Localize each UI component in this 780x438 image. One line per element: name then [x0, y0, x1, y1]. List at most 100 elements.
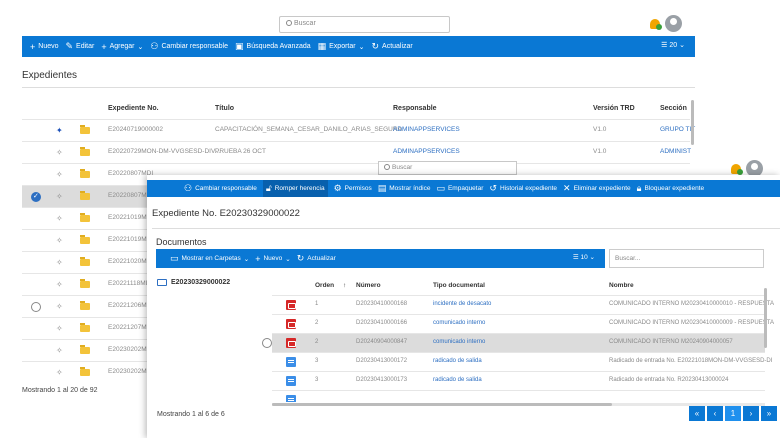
table-row[interactable] [272, 390, 765, 402]
divider [22, 87, 695, 88]
folder-icon [80, 279, 90, 288]
last-page-button[interactable]: » [761, 406, 777, 421]
show-index-button[interactable]: ▤ Mostrar índice [378, 183, 431, 194]
new-button[interactable]: + Nuevo [30, 42, 59, 52]
folder-icon [80, 257, 90, 266]
column-header[interactable]: Nombre [609, 282, 634, 289]
table-row[interactable]: 2 D20230410000166 comunicado interno COM… [272, 314, 774, 333]
sort-icon[interactable]: ↑ [343, 282, 346, 289]
pin-icon[interactable]: ✧ [56, 214, 63, 223]
table-row[interactable]: ✧ E20220729MON-DM-VVGSESD-DIV... PRUEBA … [22, 141, 691, 163]
search-icon [384, 164, 390, 170]
documents-search-input[interactable]: Buscar... [609, 249, 764, 268]
pin-icon[interactable]: ✧ [56, 192, 63, 201]
table-row[interactable]: 3 D20230413000172 radicado de salida Rad… [272, 352, 772, 371]
column-header[interactable]: Orden [315, 282, 334, 289]
folder-icon [80, 323, 90, 332]
page-size-select[interactable]: ☰ 10 ⌄ [573, 253, 595, 261]
plus-icon: + [255, 253, 261, 264]
pin-icon[interactable]: ✧ [56, 302, 63, 311]
refresh-button[interactable]: ↻ Actualizar [297, 253, 336, 264]
column-header[interactable]: Responsable [393, 105, 437, 112]
column-header[interactable]: Sección [660, 105, 687, 112]
column-header[interactable]: Versión TRD [593, 105, 635, 112]
column-header[interactable]: Título [215, 105, 234, 112]
plus-icon: + [101, 41, 107, 52]
column-header[interactable]: Tipo documental [433, 282, 485, 289]
column-header[interactable]: Expediente No. [108, 105, 159, 112]
new-document-button[interactable]: + Nuevo ⌄ [255, 254, 291, 264]
expediente-title: Expediente No. E20230329000022 [152, 208, 300, 219]
close-icon: ✕ [563, 183, 571, 193]
show-folders-button[interactable]: ▭ Mostrar en Carpetas ⌄ [170, 253, 249, 264]
chevron-down-icon: ⌄ [243, 255, 250, 263]
row-select-radio[interactable] [31, 302, 41, 312]
pagination-summary: Mostrando 1 al 20 de 92 [22, 387, 98, 394]
advanced-search-button[interactable]: ▣ Búsqueda Avanzada [235, 41, 311, 52]
table-row[interactable]: 1 D20230410000168 incidente de desacato … [272, 295, 774, 314]
permissions-button[interactable]: ⚙ Permisos [334, 183, 372, 194]
vertical-scrollbar[interactable] [764, 288, 767, 348]
folder-icon [80, 345, 90, 354]
row-select-radio[interactable] [262, 338, 272, 348]
pin-icon[interactable]: ✧ [56, 258, 63, 267]
column-header[interactable]: Número [356, 282, 381, 289]
folder-icon [80, 367, 90, 376]
edit-button[interactable]: ✎ Editar [66, 41, 95, 52]
vertical-scrollbar[interactable] [691, 100, 694, 145]
table-row[interactable]: 3 D20230413000173 radicado de salida Rad… [272, 371, 765, 390]
avatar[interactable] [665, 15, 682, 32]
users-icon: ⚇ [184, 183, 193, 193]
document-file-icon [286, 357, 296, 367]
page-size-select[interactable]: ☰ 20 ⌄ [661, 41, 685, 49]
history-icon: ↺ [489, 183, 497, 193]
pdf-file-icon [286, 319, 296, 329]
folder-icon [80, 301, 90, 310]
folder-tree-root[interactable]: E20230329000022 [157, 279, 230, 286]
search-icon [286, 20, 292, 26]
folder-icon [80, 147, 90, 156]
pin-icon[interactable]: ✧ [56, 324, 63, 333]
search-box-icon: ▣ [235, 41, 244, 51]
plus-icon: + [30, 41, 36, 52]
history-button[interactable]: ↺ Historial expediente [489, 183, 557, 194]
table-row[interactable]: 2 D20240904000847 comunicado interno COM… [262, 333, 765, 352]
add-button[interactable]: + Agregar ⌄ [101, 42, 143, 52]
pin-icon[interactable]: ✦ [56, 126, 63, 135]
top-search-input[interactable]: Buscar [279, 16, 450, 33]
folder-icon [80, 125, 90, 134]
export-button[interactable]: ▦ Exportar ⌄ [318, 41, 365, 52]
pdf-file-icon [286, 300, 296, 310]
folder-icon [80, 169, 90, 178]
break-inheritance-button[interactable]: 🔓︎ Romper herencia [262, 180, 328, 197]
pin-icon[interactable]: ✧ [56, 236, 63, 245]
row-select-radio[interactable] [31, 192, 41, 202]
lock-icon: 🔒︎ [636, 183, 642, 193]
section-title: Documentos [156, 237, 207, 247]
status-dot-icon [656, 24, 662, 30]
expedientes-toolbar: + Nuevo ✎ Editar + Agregar ⌄ ⚇ Cambiar respon… [22, 36, 695, 57]
page-number-button[interactable]: 1 [725, 406, 741, 421]
previous-page-button[interactable]: ‹ [707, 406, 723, 421]
pagination: « ‹ 1 › » [689, 406, 779, 421]
table-row[interactable]: ✦ E20240719000002 CAPACITACIÓN_SEMANA_CE… [22, 119, 695, 141]
list-icon: ☰ [572, 254, 579, 261]
chevron-down-icon: ⌄ [137, 43, 144, 51]
index-icon: ▤ [377, 183, 387, 193]
delete-button[interactable]: ✕ Eliminar expediente [563, 183, 631, 194]
lock-button[interactable]: 🔒︎ Bloquear expediente [637, 183, 704, 194]
refresh-button[interactable]: ↻ Actualizar [371, 41, 412, 52]
pin-icon[interactable]: ✧ [56, 148, 63, 157]
refresh-icon: ↻ [371, 41, 380, 51]
pin-icon[interactable]: ✧ [56, 280, 63, 289]
package-button[interactable]: ▭ Empaquetar [436, 183, 483, 194]
pin-icon[interactable]: ✧ [56, 346, 63, 355]
folder-icon [80, 191, 90, 200]
pin-icon[interactable]: ✧ [56, 170, 63, 179]
first-page-button[interactable]: « [689, 406, 705, 421]
change-owner-button[interactable]: ⚇ Cambiar responsable [150, 41, 228, 52]
next-page-button[interactable]: › [743, 406, 759, 421]
pin-icon[interactable]: ✧ [56, 368, 63, 377]
overlay-search-input[interactable]: Buscar [378, 161, 517, 175]
change-owner-button[interactable]: ⚇ Cambiar responsable [184, 183, 257, 194]
